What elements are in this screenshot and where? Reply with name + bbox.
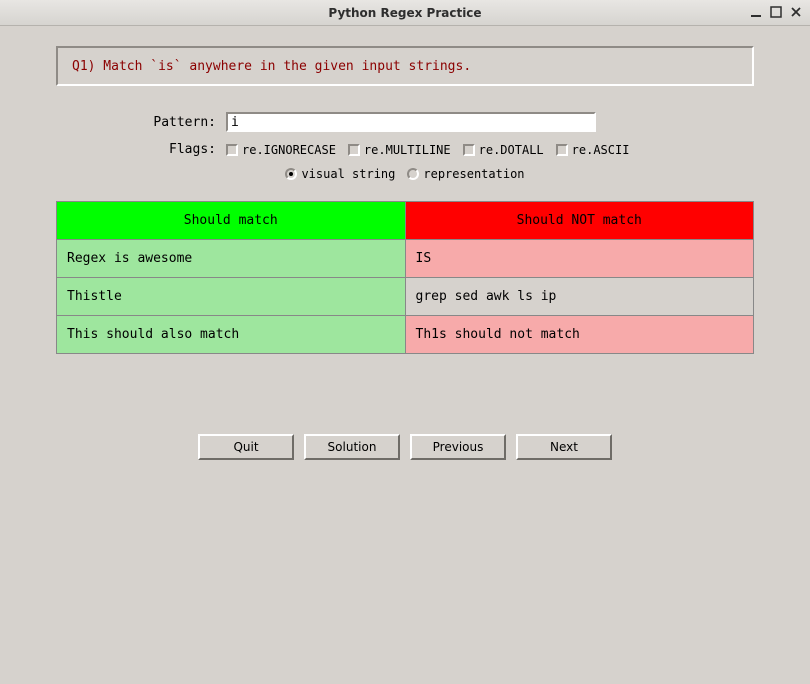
flags-label: Flags: xyxy=(56,142,226,157)
nomatch-cell: IS xyxy=(405,240,754,278)
flag-label: re.MULTILINE xyxy=(364,143,451,157)
table-header-row: Should match Should NOT match xyxy=(57,202,754,240)
table-row: Regex is awesome IS xyxy=(57,240,754,278)
flags-row: Flags: re.IGNORECASE re.MULTILINE re.DOT… xyxy=(56,142,754,157)
main-content: Q1) Match `is` anywhere in the given inp… xyxy=(0,26,810,460)
flag-dotall[interactable]: re.DOTALL xyxy=(463,143,544,157)
radio-icon xyxy=(285,168,297,180)
radio-icon xyxy=(407,168,419,180)
header-should-not-match: Should NOT match xyxy=(405,202,754,240)
question-text: Q1) Match `is` anywhere in the given inp… xyxy=(72,59,471,74)
match-cell: This should also match xyxy=(57,316,406,354)
checkbox-icon xyxy=(556,144,568,156)
pattern-label: Pattern: xyxy=(56,115,226,130)
previous-button[interactable]: Previous xyxy=(410,434,506,460)
window-controls xyxy=(748,4,804,20)
button-row: Quit Solution Previous Next xyxy=(56,434,754,460)
match-table-area: Should match Should NOT match Regex is a… xyxy=(56,201,754,354)
flag-multiline[interactable]: re.MULTILINE xyxy=(348,143,451,157)
pattern-row: Pattern: xyxy=(56,112,754,132)
nomatch-cell: Th1s should not match xyxy=(405,316,754,354)
checkbox-icon xyxy=(348,144,360,156)
form-area: Pattern: Flags: re.IGNORECASE re.MULTILI… xyxy=(56,112,754,181)
radio-visual-string[interactable]: visual string xyxy=(285,167,395,181)
checkbox-icon xyxy=(226,144,238,156)
flag-label: re.IGNORECASE xyxy=(242,143,336,157)
flag-label: re.ASCII xyxy=(572,143,630,157)
table-row: This should also match Th1s should not m… xyxy=(57,316,754,354)
quit-button[interactable]: Quit xyxy=(198,434,294,460)
radio-label: representation xyxy=(423,167,524,181)
match-cell: Regex is awesome xyxy=(57,240,406,278)
radio-label: visual string xyxy=(301,167,395,181)
window-title: Python Regex Practice xyxy=(328,6,481,20)
minimize-icon[interactable] xyxy=(748,4,764,20)
next-button[interactable]: Next xyxy=(516,434,612,460)
table-row: Thistle grep sed awk ls ip xyxy=(57,278,754,316)
match-table: Should match Should NOT match Regex is a… xyxy=(56,201,754,354)
maximize-icon[interactable] xyxy=(768,4,784,20)
solution-button[interactable]: Solution xyxy=(304,434,400,460)
question-box: Q1) Match `is` anywhere in the given inp… xyxy=(56,46,754,86)
match-cell: Thistle xyxy=(57,278,406,316)
checkbox-icon xyxy=(463,144,475,156)
titlebar: Python Regex Practice xyxy=(0,0,810,26)
close-icon[interactable] xyxy=(788,4,804,20)
flag-ascii[interactable]: re.ASCII xyxy=(556,143,630,157)
radio-representation[interactable]: representation xyxy=(407,167,524,181)
flag-ignorecase[interactable]: re.IGNORECASE xyxy=(226,143,336,157)
view-mode-row: visual string representation xyxy=(56,167,754,181)
flag-label: re.DOTALL xyxy=(479,143,544,157)
header-should-match: Should match xyxy=(57,202,406,240)
nomatch-cell: grep sed awk ls ip xyxy=(405,278,754,316)
pattern-input[interactable] xyxy=(226,112,596,132)
